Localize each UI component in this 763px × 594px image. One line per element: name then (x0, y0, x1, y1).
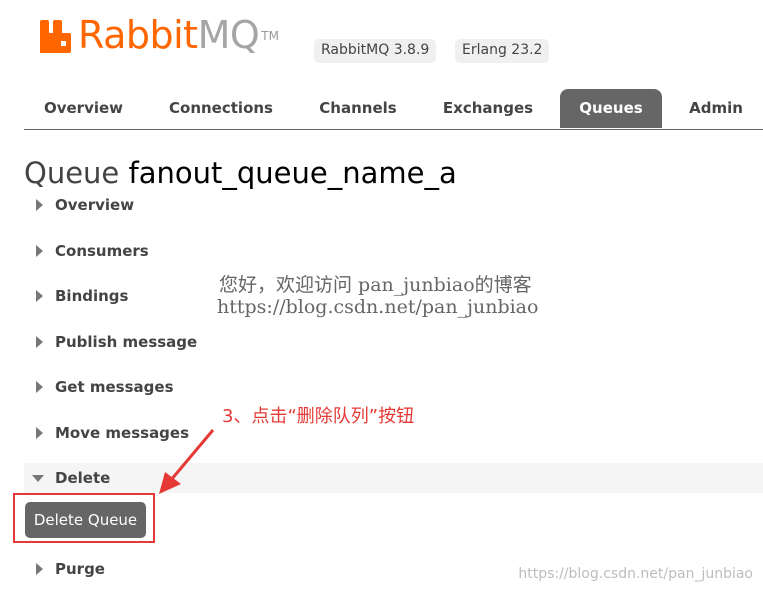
section-label: Overview (55, 196, 135, 214)
section-publish-message[interactable]: Publish message (24, 327, 763, 357)
tab-channels[interactable]: Channels (306, 89, 410, 128)
blog-watermark-greeting: 您好，欢迎访问 pan_junbiao的博客 (219, 274, 532, 296)
tab-connections[interactable]: Connections (156, 89, 286, 128)
tab-overview[interactable]: Overview (32, 89, 135, 128)
queue-name: fanout_queue_name_a (128, 156, 457, 190)
csdn-watermark: https://blog.csdn.net/pan_junbiao (518, 566, 753, 582)
blog-watermark-url: https://blog.csdn.net/pan_junbiao (217, 296, 539, 318)
expanded-arrow-icon (32, 475, 44, 482)
logo-suffix: MQ (197, 13, 260, 57)
rabbitmq-version-badge: RabbitMQ 3.8.9 (314, 39, 437, 63)
collapsed-arrow-icon (36, 427, 43, 439)
page-title-prefix: Queue (24, 156, 120, 190)
annotation-text: 3、点击“删除队列”按钮 (222, 406, 415, 427)
collapsed-arrow-icon (36, 563, 43, 575)
erlang-version-badge: Erlang 23.2 (455, 39, 550, 63)
tab-exchanges[interactable]: Exchanges (430, 89, 546, 128)
section-overview[interactable]: Overview (24, 190, 763, 220)
collapsed-arrow-icon (36, 290, 43, 302)
section-delete[interactable]: Delete (24, 463, 763, 493)
section-label: Get messages (55, 378, 174, 396)
rabbitmq-logo-icon (40, 20, 71, 53)
logo-trademark: TM (261, 29, 279, 43)
logo-wordmark: RabbitMQ TM (78, 12, 279, 59)
collapsed-arrow-icon (36, 336, 43, 348)
annotation-arrow-icon (159, 429, 215, 494)
section-label: Consumers (55, 242, 149, 260)
tab-queues[interactable]: Queues (560, 89, 662, 128)
tab-admin[interactable]: Admin (676, 89, 756, 128)
logo-word: Rabbit (78, 13, 198, 57)
collapsed-arrow-icon (36, 199, 43, 211)
main-nav-tabs: Overview Connections Channels Exchanges … (24, 89, 763, 130)
section-consumers[interactable]: Consumers (24, 236, 763, 266)
page-title: Queue fanout_queue_name_a (24, 153, 457, 193)
delete-queue-button[interactable]: Delete Queue (25, 502, 146, 538)
collapsed-arrow-icon (36, 381, 43, 393)
section-label: Publish message (55, 333, 198, 351)
section-label: Purge (55, 560, 105, 578)
rabbitmq-logo[interactable]: RabbitMQ TM (38, 12, 308, 60)
section-label: Bindings (55, 287, 129, 305)
collapsed-arrow-icon (36, 245, 43, 257)
section-get-messages[interactable]: Get messages (24, 372, 763, 402)
section-label: Delete (55, 469, 111, 487)
